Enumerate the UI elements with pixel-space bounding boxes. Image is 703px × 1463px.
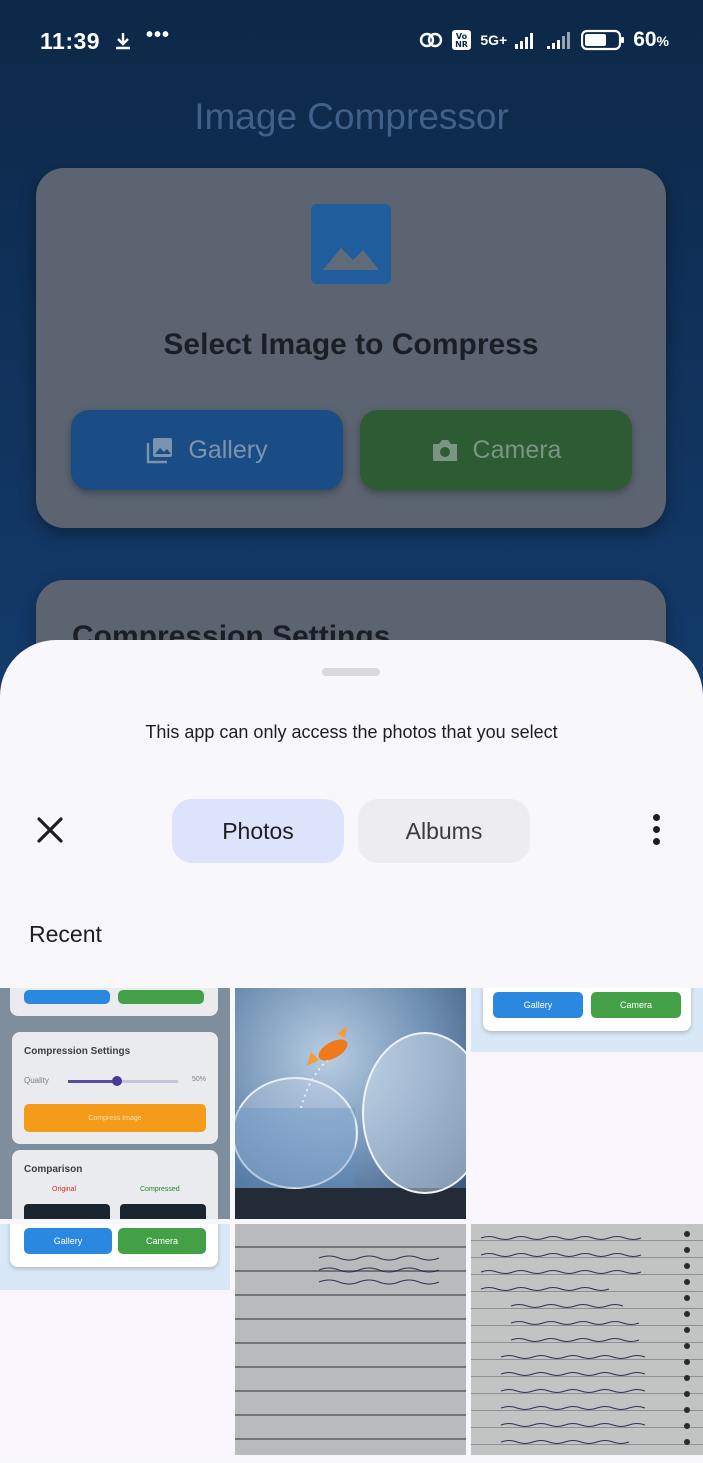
- photo-picker-sheet: This app can only access the photos that…: [0, 640, 703, 1463]
- thumb-gallery-btn: [24, 990, 110, 1004]
- sheet-drag-handle[interactable]: [322, 668, 380, 676]
- thumb-slider-fill: [68, 1080, 118, 1083]
- photo-thumbnail[interactable]: Gallery Camera: [471, 988, 703, 1219]
- thumb-settings-card: Compression Settings Quality 50% Compres…: [12, 1032, 218, 1144]
- camera-button[interactable]: Camera: [360, 410, 632, 490]
- image-placeholder-icon: [311, 204, 391, 284]
- gallery-button-label: Gallery: [188, 435, 268, 464]
- photo-thumbnail[interactable]: Compression Settings Quality 50% Compres…: [0, 988, 230, 1219]
- thumb-comparison-card: Comparison Original Compressed: [12, 1150, 218, 1219]
- thumb-original-box: [24, 1204, 110, 1219]
- network-type: 5G+: [480, 32, 508, 48]
- download-icon: [116, 33, 130, 50]
- thumb-original-label: Original: [52, 1186, 77, 1193]
- vonr-icon: Vo NR: [452, 30, 472, 50]
- battery-icon: [581, 29, 625, 51]
- svg-text:NR: NR: [455, 40, 468, 49]
- signal-icon-2: [547, 32, 571, 49]
- thumb-camera-btn: Camera: [118, 1228, 206, 1254]
- thumb-compressed-label: Compressed: [140, 1186, 180, 1193]
- select-image-title: Select Image to Compress: [163, 328, 539, 361]
- thumb-camera-btn: [118, 990, 204, 1004]
- thumb-gallery-btn: Gallery: [493, 992, 583, 1018]
- thumb-gallery-btn: Gallery: [24, 1228, 112, 1254]
- thumb-compress-button: Compress Image: [24, 1104, 206, 1132]
- thumb-card-top: [10, 988, 218, 1016]
- thumb-camera-btn: Camera: [591, 992, 681, 1018]
- status-more-icon: •••: [146, 24, 171, 46]
- recent-section-title: Recent: [29, 921, 102, 947]
- more-options-icon[interactable]: [646, 814, 666, 848]
- thumb-slider-track: [118, 1080, 178, 1083]
- camera-button-label: Camera: [472, 435, 562, 464]
- status-right: Vo NR 5G+ 60%: [418, 28, 669, 52]
- tab-albums[interactable]: Albums: [358, 799, 530, 863]
- battery-percent: 60: [633, 28, 657, 51]
- camera-icon: [432, 440, 457, 461]
- photo-thumbnail[interactable]: [235, 988, 466, 1219]
- app-title: Image Compressor: [194, 96, 509, 137]
- thumb-quality-value: 50%: [192, 1076, 207, 1083]
- status-time: 11:39: [40, 28, 101, 54]
- thumb-card: Gallery Camera: [483, 988, 691, 1031]
- link-icon: [420, 32, 443, 48]
- thumb-slider-thumb: [112, 1076, 122, 1086]
- photo-thumbnail[interactable]: [235, 1224, 466, 1455]
- thumb-card: Gallery Camera: [10, 1224, 218, 1267]
- thumb-comparison-title: Comparison: [24, 1164, 83, 1175]
- photo-grid: Compression Settings Quality 50% Compres…: [0, 988, 703, 1463]
- photo-thumbnail[interactable]: [471, 1224, 703, 1455]
- access-notice: This app can only access the photos that…: [145, 722, 558, 742]
- tab-photos[interactable]: Photos: [172, 799, 344, 863]
- select-image-card: Select Image to Compress Gallery Camera: [36, 168, 666, 528]
- thumb-quality-label: Quality: [24, 1076, 49, 1085]
- signal-icon-1: [515, 33, 534, 49]
- handwriting-block: [480, 1231, 690, 1445]
- status-bar: 11:39 ••• Vo NR 5G+ 60%: [0, 0, 703, 84]
- goldfish-image: [235, 1026, 466, 1219]
- thumb-compressed-box: [120, 1204, 206, 1219]
- thumb-settings-title: Compression Settings: [24, 1046, 131, 1057]
- close-icon[interactable]: [34, 814, 66, 846]
- battery-percent-sign: %: [656, 33, 669, 49]
- photo-thumbnail[interactable]: Gallery Camera: [0, 1224, 230, 1455]
- gallery-icon: [147, 438, 173, 464]
- gallery-button[interactable]: Gallery: [71, 410, 343, 490]
- handwriting-block: [315, 1250, 455, 1290]
